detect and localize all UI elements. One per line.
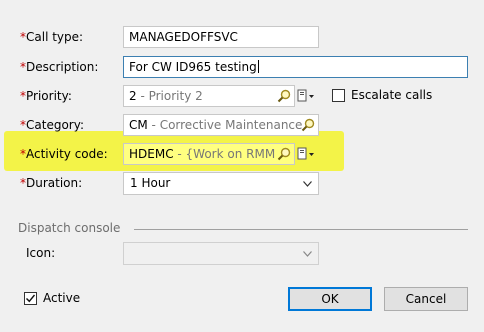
description-field[interactable]: For CW ID965 testing xyxy=(123,56,468,78)
priority-label: *Priority: xyxy=(20,89,72,103)
category-field[interactable]: CM - Corrective Maintenance xyxy=(123,114,319,136)
call-type-label: *Call type: xyxy=(20,30,84,44)
checkmark-icon xyxy=(26,294,36,303)
dispatch-console-title: Dispatch console xyxy=(18,221,121,235)
escalate-calls-checkbox[interactable] xyxy=(332,89,345,102)
priority-field[interactable]: 2 - Priority 2 xyxy=(123,85,295,107)
description-label: *Description: xyxy=(20,60,99,74)
call-type-field[interactable]: MANAGEDOFFSVC xyxy=(123,26,319,48)
escalate-calls-label[interactable]: Escalate calls xyxy=(351,88,432,102)
icon-select[interactable] xyxy=(123,242,319,265)
icon-label: Icon: xyxy=(26,246,56,260)
active-label[interactable]: Active xyxy=(43,291,80,305)
lookup-menu-icon[interactable] xyxy=(297,89,317,103)
dialog: *Call type: MANAGEDOFFSVC *Description: … xyxy=(4,0,484,332)
category-label: *Category: xyxy=(20,118,84,132)
search-icon[interactable] xyxy=(301,118,315,132)
activity-code-field[interactable]: HDEMC - {Work on RMM xyxy=(123,143,295,165)
activity-code-label: *Activity code: xyxy=(20,147,108,161)
duration-label: *Duration: xyxy=(20,176,83,190)
cancel-button[interactable]: Cancel xyxy=(384,287,468,311)
section-divider xyxy=(134,229,468,230)
duration-select[interactable]: 1 Hour xyxy=(123,172,319,195)
chevron-down-icon xyxy=(303,251,312,257)
chevron-down-icon xyxy=(303,181,312,187)
search-icon[interactable] xyxy=(277,89,291,103)
active-checkbox[interactable] xyxy=(24,292,37,305)
search-icon[interactable] xyxy=(277,147,291,161)
text-caret xyxy=(257,60,259,73)
ok-button[interactable]: OK xyxy=(288,287,372,311)
lookup-menu-icon[interactable] xyxy=(297,147,317,161)
